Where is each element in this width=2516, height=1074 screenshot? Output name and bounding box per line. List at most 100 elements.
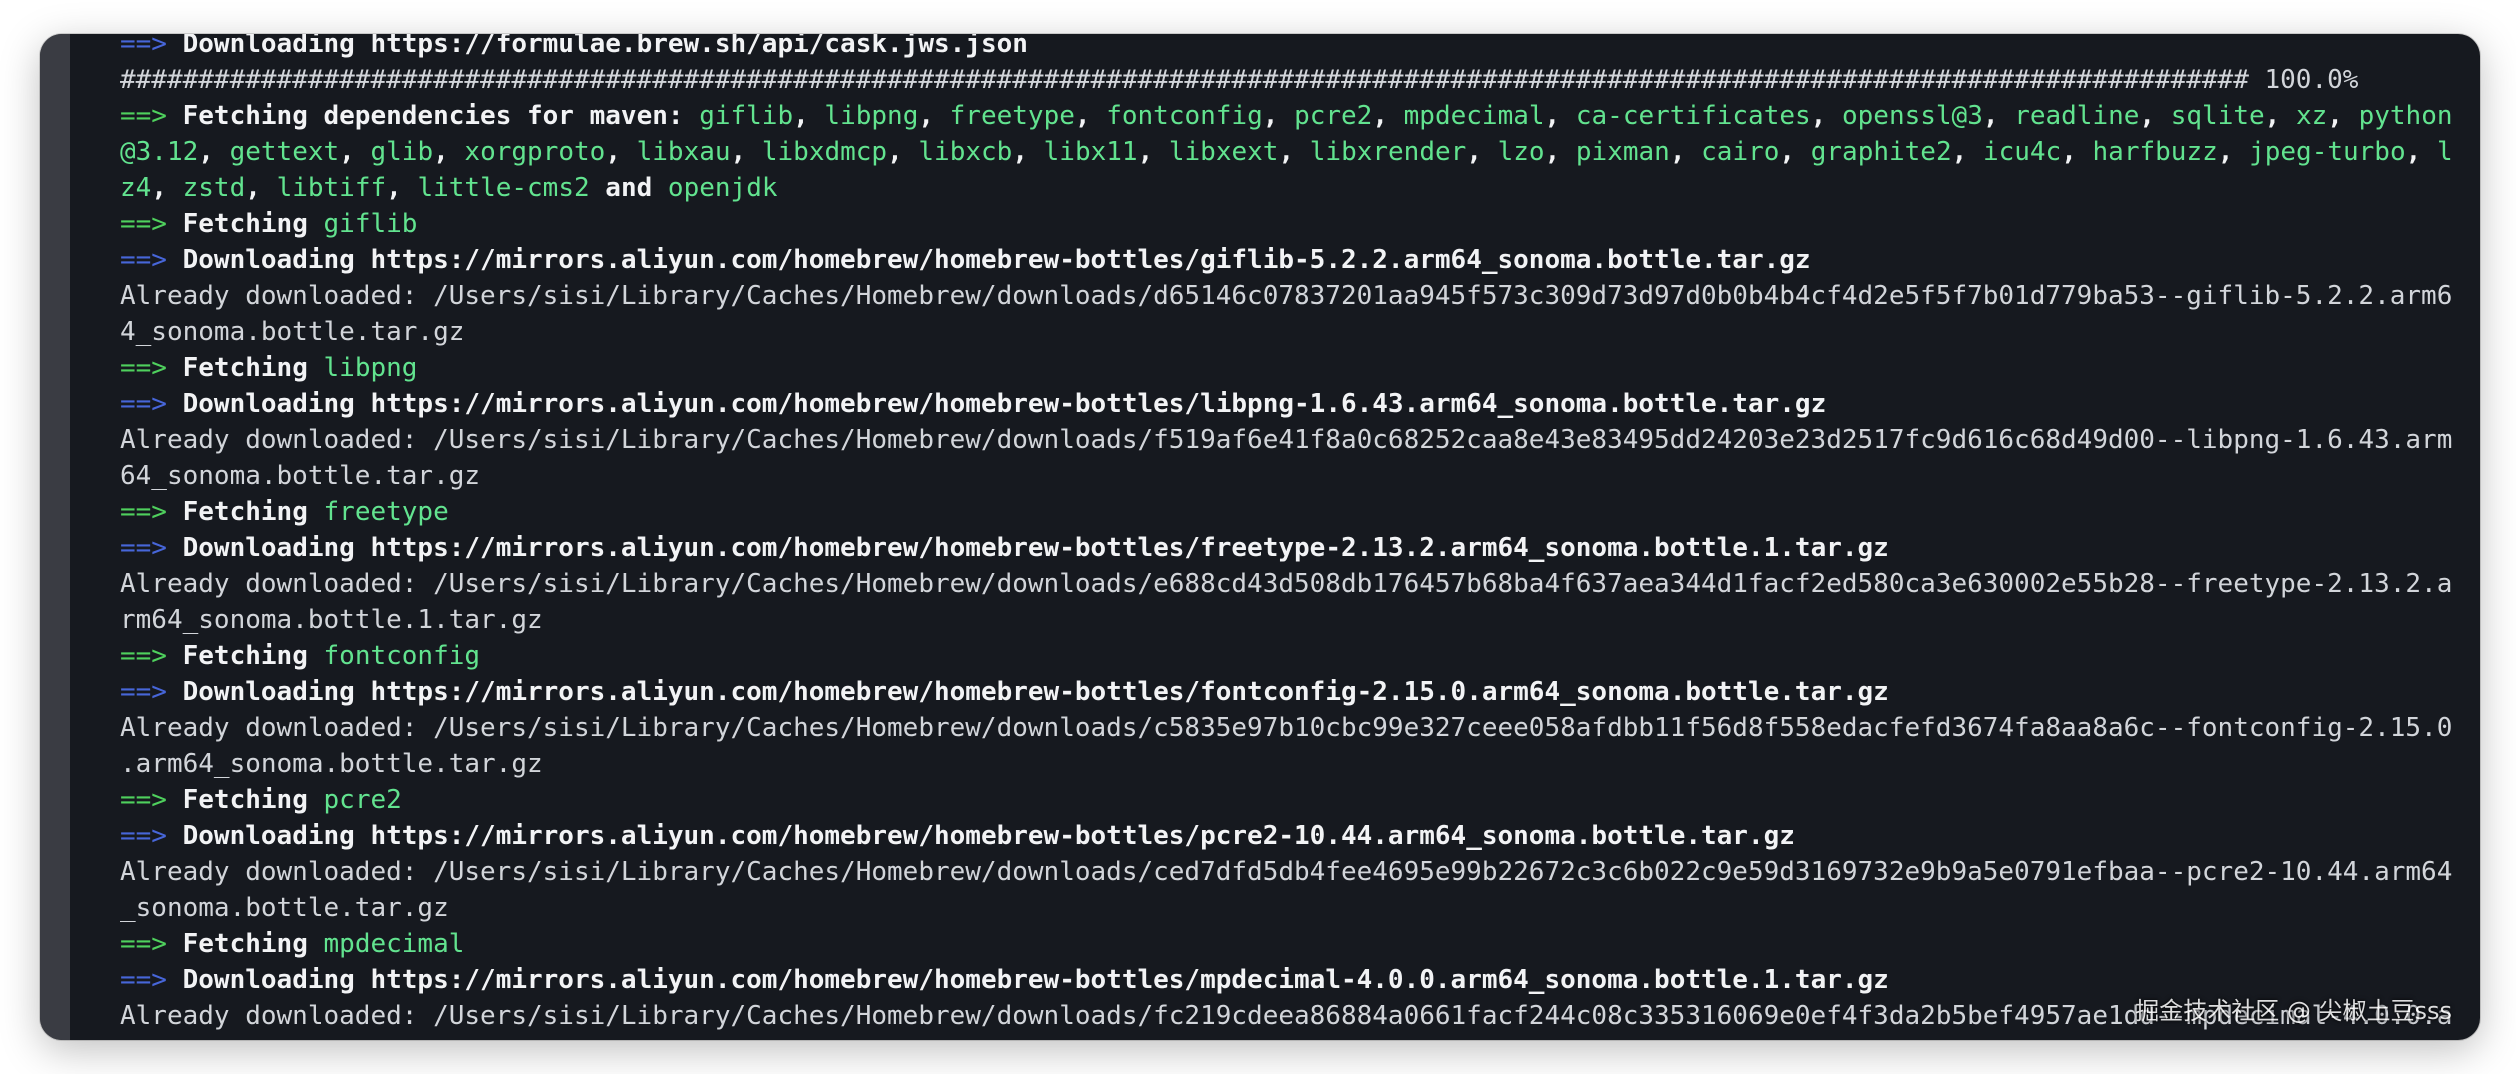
dependencies-line-cont: z4, zstd, libtiff, little-cms2 and openj…: [120, 170, 778, 206]
package-name: mpdecimal: [323, 929, 465, 959]
already-downloaded-line: Already downloaded: /Users/sisi/Library/…: [120, 854, 2452, 890]
separator: ,: [1779, 137, 1811, 167]
package-name: openjdk: [667, 173, 778, 203]
separator: ,: [1669, 137, 1702, 167]
watermark: 掘金技术社区 @ 尖椒土豆sss: [2135, 997, 2452, 1025]
already-downloaded-text: Already downloaded: /Users/sisi/Library/…: [120, 857, 2453, 887]
separator: ,: [887, 137, 919, 167]
separator: ,: [151, 173, 183, 203]
fetching-label: Fetching: [166, 641, 324, 671]
arrow-marker: ==>: [120, 245, 167, 275]
separator: ,: [2264, 101, 2296, 131]
fetching-label: Fetching: [166, 497, 324, 527]
package-name: xz: [2295, 101, 2328, 131]
separator: ,: [339, 137, 371, 167]
already-downloaded-line-cont: rm64_sonoma.bottle.1.tar.gz: [120, 602, 543, 638]
download-line: ==> Downloading https://mirrors.aliyun.c…: [120, 962, 1889, 998]
arrow-marker: ==>: [120, 533, 167, 563]
fetching-line: ==> Fetching libpng: [120, 350, 417, 386]
dependencies-line-cont: @3.12, gettext, glib, xorgproto, libxau,…: [120, 134, 2453, 170]
terminal-output[interactable]: ==> Downloading https://formulae.brew.sh…: [80, 34, 2466, 1040]
package-name: ca-certificates: [1575, 101, 1811, 131]
fetching-line: ==> Fetching giflib: [120, 206, 417, 242]
package-name: zstd: [182, 173, 246, 203]
separator: ,: [2217, 137, 2250, 167]
package-name: graphite2: [1810, 137, 1952, 167]
progress-bar-text: ########################################…: [120, 65, 2359, 95]
separator: ,: [1544, 137, 1576, 167]
arrow-marker: ==>: [120, 677, 167, 707]
package-name: giflib: [323, 209, 418, 239]
already-downloaded-line: Already downloaded: /Users/sisi/Library/…: [120, 710, 2452, 746]
arrow-marker: ==>: [120, 389, 167, 419]
download-text: Downloading https://mirrors.aliyun.com/h…: [166, 821, 1795, 851]
already-downloaded-text: rm64_sonoma.bottle.1.tar.gz: [120, 605, 543, 635]
arrow-marker: ==>: [120, 965, 167, 995]
arrow-marker: ==>: [120, 641, 167, 671]
already-downloaded-text: .arm64_sonoma.bottle.tar.gz: [120, 749, 543, 779]
fetching-line: ==> Fetching mpdecimal: [120, 926, 464, 962]
already-downloaded-line-cont: 64_sonoma.bottle.tar.gz: [120, 458, 480, 494]
already-downloaded-text: 4_sonoma.bottle.tar.gz: [120, 317, 465, 347]
separator: ,: [1278, 137, 1310, 167]
package-name: libpng: [824, 101, 919, 131]
package-name: pixman: [1575, 137, 1670, 167]
separator: ,: [2405, 137, 2437, 167]
separator: ,: [1982, 101, 2015, 131]
download-text: Downloading https://mirrors.aliyun.com/h…: [166, 389, 1827, 419]
already-downloaded-line-cont: 4_sonoma.bottle.tar.gz: [120, 314, 464, 350]
package-name: cairo: [1701, 137, 1780, 167]
package-name: jpeg-turbo: [2249, 137, 2406, 167]
package-name: libxext: [1168, 137, 1279, 167]
package-name: xorgproto: [464, 137, 606, 167]
separator: ,: [2327, 101, 2359, 131]
package-name: libxrender: [1309, 137, 1467, 167]
package-name: pcre2: [1294, 101, 1373, 131]
arrow-marker: ==>: [120, 821, 167, 851]
already-downloaded-line: Already downloaded: /Users/sisi/Library/…: [120, 278, 2452, 314]
separator: ,: [1951, 137, 1983, 167]
separator: ,: [793, 101, 825, 131]
fetching-line: ==> Fetching freetype: [120, 494, 449, 530]
package-name: libxdmcp: [761, 137, 888, 167]
package-name: fontconfig: [1106, 101, 1263, 131]
separator: ,: [1074, 101, 1107, 131]
package-name: mpdecimal: [1403, 101, 1545, 131]
package-name: gettext: [229, 137, 340, 167]
separator: ,: [1012, 137, 1044, 167]
separator: ,: [386, 173, 418, 203]
package-name: libx11: [1043, 137, 1138, 167]
package-name: glib: [370, 137, 434, 167]
dependencies-line: ==> Fetching dependencies for maven: gif…: [120, 98, 2453, 134]
separator: and: [589, 173, 668, 203]
already-downloaded-line: Already downloaded: /Users/sisi/Library/…: [120, 422, 2452, 458]
package-name: libpng: [323, 353, 418, 383]
package-name: python: [2358, 101, 2453, 131]
dependencies-label: Fetching dependencies for maven:: [166, 101, 700, 131]
separator: ,: [1262, 101, 1295, 131]
package-name: freetype: [323, 497, 449, 527]
arrow-marker: ==>: [120, 101, 167, 131]
arrow-marker: ==>: [120, 497, 167, 527]
package-name: giflib: [699, 101, 794, 131]
package-name: z4: [120, 173, 152, 203]
download-line: ==> Downloading https://mirrors.aliyun.c…: [120, 530, 1889, 566]
download-line: ==> Downloading https://formulae.brew.sh…: [120, 34, 1028, 62]
arrow-marker: ==>: [120, 353, 167, 383]
package-name: fontconfig: [323, 641, 481, 671]
separator: ,: [1137, 137, 1169, 167]
already-downloaded-line-cont: _sonoma.bottle.tar.gz: [120, 890, 449, 926]
download-line: ==> Downloading https://mirrors.aliyun.c…: [120, 386, 1826, 422]
already-downloaded-line: Already downloaded: /Users/sisi/Library/…: [120, 566, 2452, 602]
download-line: ==> Downloading https://mirrors.aliyun.c…: [120, 818, 1795, 854]
separator: ,: [918, 101, 950, 131]
download-line: ==> Downloading https://mirrors.aliyun.c…: [120, 674, 1889, 710]
arrow-marker: ==>: [120, 209, 167, 239]
already-downloaded-text: Already downloaded: /Users/sisi/Library/…: [120, 569, 2453, 599]
arrow-marker: ==>: [120, 34, 167, 59]
fetching-line: ==> Fetching fontconfig: [120, 638, 480, 674]
package-name: sqlite: [2170, 101, 2265, 131]
separator: ,: [1372, 101, 1404, 131]
package-name: openssl@3: [1841, 101, 1983, 131]
fetching-label: Fetching: [166, 353, 324, 383]
